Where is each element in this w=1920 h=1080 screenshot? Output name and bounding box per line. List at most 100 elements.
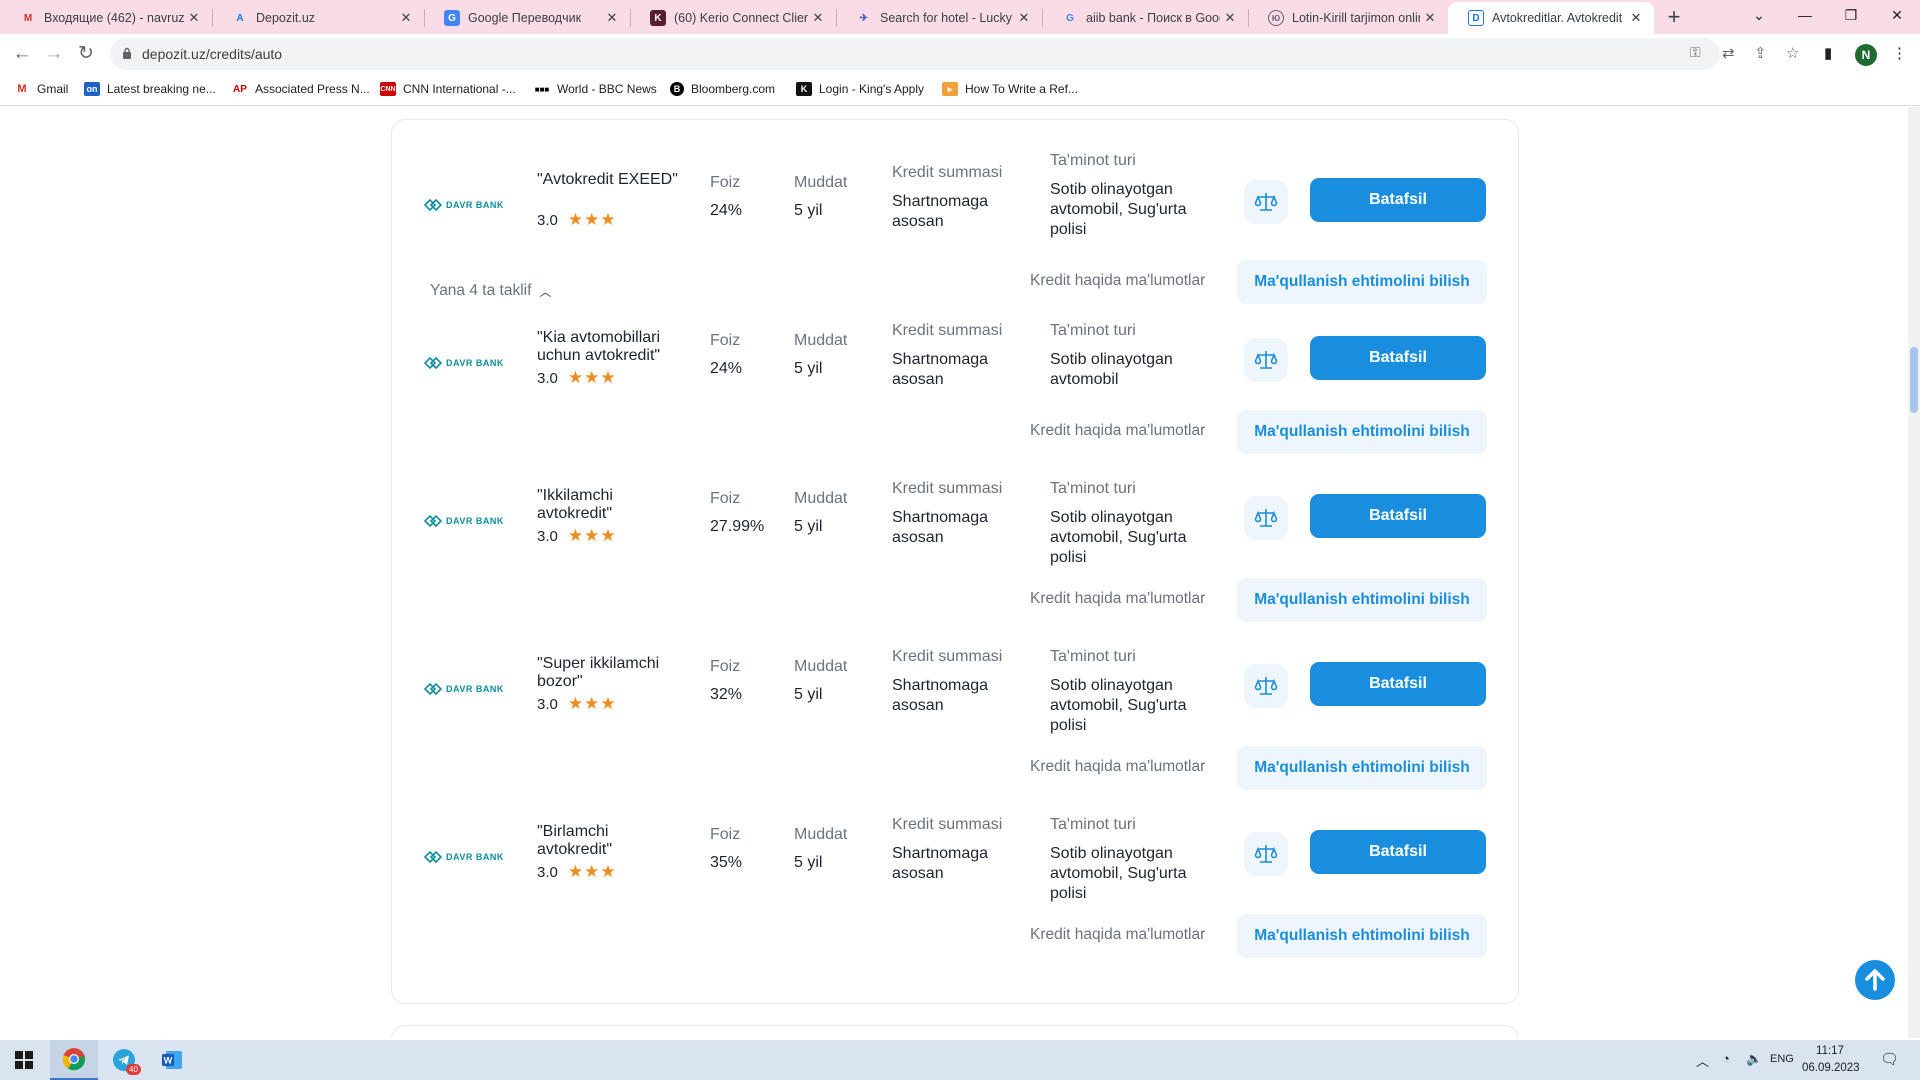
tab-google-translate[interactable]: G Google Переводчик ✕	[424, 2, 630, 34]
language-indicator[interactable]: ENG	[1770, 1053, 1794, 1065]
side-panel-icon[interactable]: ▮	[1824, 44, 1832, 62]
scroll-to-top-button[interactable]	[1855, 960, 1895, 1000]
bookmark-ap[interactable]: AP Associated Press N...	[232, 82, 370, 96]
bookmark-latest-news[interactable]: on Latest breaking ne...	[84, 82, 216, 96]
tab-avtokreditlar[interactable]: D Avtokreditlar. Avtokredit n ✕	[1448, 2, 1654, 34]
close-icon[interactable]: ✕	[1014, 10, 1034, 26]
bank-logo-text: DAVR BANK	[446, 200, 504, 210]
close-icon[interactable]: ✕	[1220, 10, 1240, 26]
details-button[interactable]: Batafsil	[1310, 178, 1486, 222]
offer-name[interactable]: "Super ikkilamchi bozor"	[537, 655, 677, 691]
clock-time: 11:17	[1816, 1045, 1844, 1057]
approval-chance-button[interactable]: Ma'qullanish ehtimolini bilish	[1237, 578, 1487, 622]
offer-name[interactable]: "Avtokredit EXEED"	[537, 171, 687, 189]
amount-label: Kredit summasi	[892, 164, 1003, 181]
taskbar-telegram[interactable]: 40	[100, 1040, 148, 1080]
more-offers-toggle[interactable]: Yana 4 ta taklif ︿	[430, 282, 551, 300]
tab-search-icon[interactable]: ⌄	[1736, 0, 1782, 30]
compare-button[interactable]	[1244, 496, 1288, 540]
key-icon[interactable]: ⚿	[1690, 44, 1701, 61]
compare-button[interactable]	[1244, 832, 1288, 876]
translate-page-icon[interactable]: ⇄	[1722, 44, 1735, 62]
approval-chance-button[interactable]: Ma'qullanish ehtimolini bilish	[1237, 746, 1487, 790]
start-button[interactable]	[0, 1040, 48, 1080]
offer-name[interactable]: "Ikkilamchi avtokredit"	[537, 487, 647, 523]
scales-icon	[1254, 351, 1278, 369]
tab-kerio[interactable]: K (60) Kerio Connect Client - ✕	[630, 2, 836, 34]
tab-label: Google Переводчик	[468, 11, 582, 25]
rating-value: 3.0	[537, 527, 558, 545]
menu-icon[interactable]: ⋮	[1892, 44, 1907, 62]
notifications-icon[interactable]: 🗨	[1880, 1050, 1899, 1068]
offer-name[interactable]: "Birlamchi avtokredit"	[537, 823, 647, 859]
credit-info-link[interactable]: Kredit haqida ma'lumotlar	[1030, 422, 1205, 440]
credit-info-link[interactable]: Kredit haqida ma'lumotlar	[1030, 272, 1205, 290]
compare-button[interactable]	[1244, 180, 1288, 224]
address-bar[interactable]: depozit.uz/credits/auto ⚿	[110, 38, 1720, 70]
bookmark-bloomberg[interactable]: B Bloomberg.com	[670, 82, 775, 96]
rating-stars-icon: ★★★	[567, 694, 617, 713]
details-button[interactable]: Batafsil	[1310, 494, 1486, 538]
offer-rating: 3.0 ★★★	[537, 368, 617, 388]
gmail-icon: M	[17, 83, 27, 95]
details-button[interactable]: Batafsil	[1310, 662, 1486, 706]
restore-button[interactable]: ❐	[1828, 0, 1874, 30]
approval-chance-button[interactable]: Ma'qullanish ehtimolini bilish	[1237, 914, 1487, 958]
approval-chance-button[interactable]: Ma'qullanish ehtimolini bilish	[1237, 260, 1487, 304]
close-icon[interactable]: ✕	[1626, 10, 1646, 26]
bookmark-kings[interactable]: K Login - King's Apply	[796, 82, 924, 96]
page-scrollbar[interactable]	[1908, 107, 1920, 1038]
close-icon[interactable]: ✕	[602, 10, 622, 26]
tab-strip: M Входящие (462) - navruzan ✕ A Depozit.…	[0, 0, 1920, 34]
tab-translit[interactable]: Ю Lotin-Kirill tarjimon online ✕	[1248, 2, 1448, 34]
tray-overflow-icon[interactable]: ︿	[1696, 1051, 1709, 1070]
minimize-button[interactable]: —	[1782, 0, 1828, 30]
close-icon[interactable]: ✕	[808, 10, 828, 26]
close-icon[interactable]: ✕	[396, 10, 416, 26]
tab-label: Lotin-Kirill tarjimon online	[1292, 11, 1420, 25]
details-button[interactable]: Batafsil	[1310, 830, 1486, 874]
bookmark-cnn[interactable]: CNN CNN International -...	[380, 82, 516, 96]
new-tab-button[interactable]: +	[1660, 4, 1688, 32]
tab-gmail[interactable]: M Входящие (462) - navruzan ✕	[0, 2, 212, 34]
reload-button[interactable]: ↻	[72, 40, 100, 68]
bookmark-how-to-write[interactable]: ▸ How To Write a Ref...	[942, 82, 1078, 96]
close-icon[interactable]: ✕	[184, 10, 204, 26]
share-icon[interactable]: ⇪	[1754, 44, 1767, 62]
credit-info-link[interactable]: Kredit haqida ma'lumotlar	[1030, 758, 1205, 776]
profile-avatar[interactable]: N	[1855, 44, 1877, 66]
rate-value: 24%	[710, 202, 743, 219]
bookmark-bbc[interactable]: ■■■ World - BBC News	[534, 82, 657, 96]
bookmark-gmail[interactable]: M Gmail	[14, 82, 68, 96]
taskbar-chrome[interactable]	[50, 1040, 98, 1080]
tab-google-search[interactable]: G aiib bank - Поиск в Googl ✕	[1042, 2, 1248, 34]
tab-label: aiib bank - Поиск в Googl	[1086, 11, 1220, 25]
offer-rating: 3.0 ★★★	[537, 210, 617, 230]
amount-value: Shartnomaga asosan	[892, 677, 989, 714]
forward-button[interactable]: →	[40, 40, 68, 68]
scrollbar-thumb[interactable]	[1910, 347, 1918, 413]
back-button[interactable]: ←	[8, 40, 36, 68]
bookmark-label: Associated Press N...	[255, 82, 370, 96]
compare-button[interactable]	[1244, 338, 1288, 382]
bookmark-star-icon[interactable]: ☆	[1786, 44, 1799, 62]
amount-label: Kredit summasi	[892, 322, 1003, 339]
credit-info-link[interactable]: Kredit haqida ma'lumotlar	[1030, 926, 1205, 944]
compare-button[interactable]	[1244, 664, 1288, 708]
offer-name[interactable]: "Kia avtomobillari uchun avtokredit"	[537, 329, 697, 365]
volume-icon[interactable]: 🔈	[1746, 1051, 1762, 1067]
network-icon[interactable]: ◔	[1722, 1051, 1730, 1066]
tab-hotel[interactable]: ✈ Search for hotel - Lucky To ✕	[836, 2, 1042, 34]
rate-value: 32%	[710, 686, 743, 703]
window-close-button[interactable]: ✕	[1874, 0, 1920, 30]
amount-value: Shartnomaga asosan	[892, 351, 989, 388]
credit-info-link[interactable]: Kredit haqida ma'lumotlar	[1030, 590, 1205, 608]
details-button[interactable]: Batafsil	[1310, 336, 1486, 380]
clock[interactable]: 11:17 06.09.2023	[1802, 1043, 1860, 1077]
close-icon[interactable]: ✕	[1420, 10, 1440, 26]
approval-chance-button[interactable]: Ma'qullanish ehtimolini bilish	[1237, 410, 1487, 454]
term-label: Muddat	[794, 490, 848, 507]
tab-depozit[interactable]: A Depozit.uz ✕	[212, 2, 424, 34]
bookmark-label: Login - King's Apply	[819, 82, 925, 96]
taskbar-word[interactable]: W	[148, 1040, 196, 1080]
